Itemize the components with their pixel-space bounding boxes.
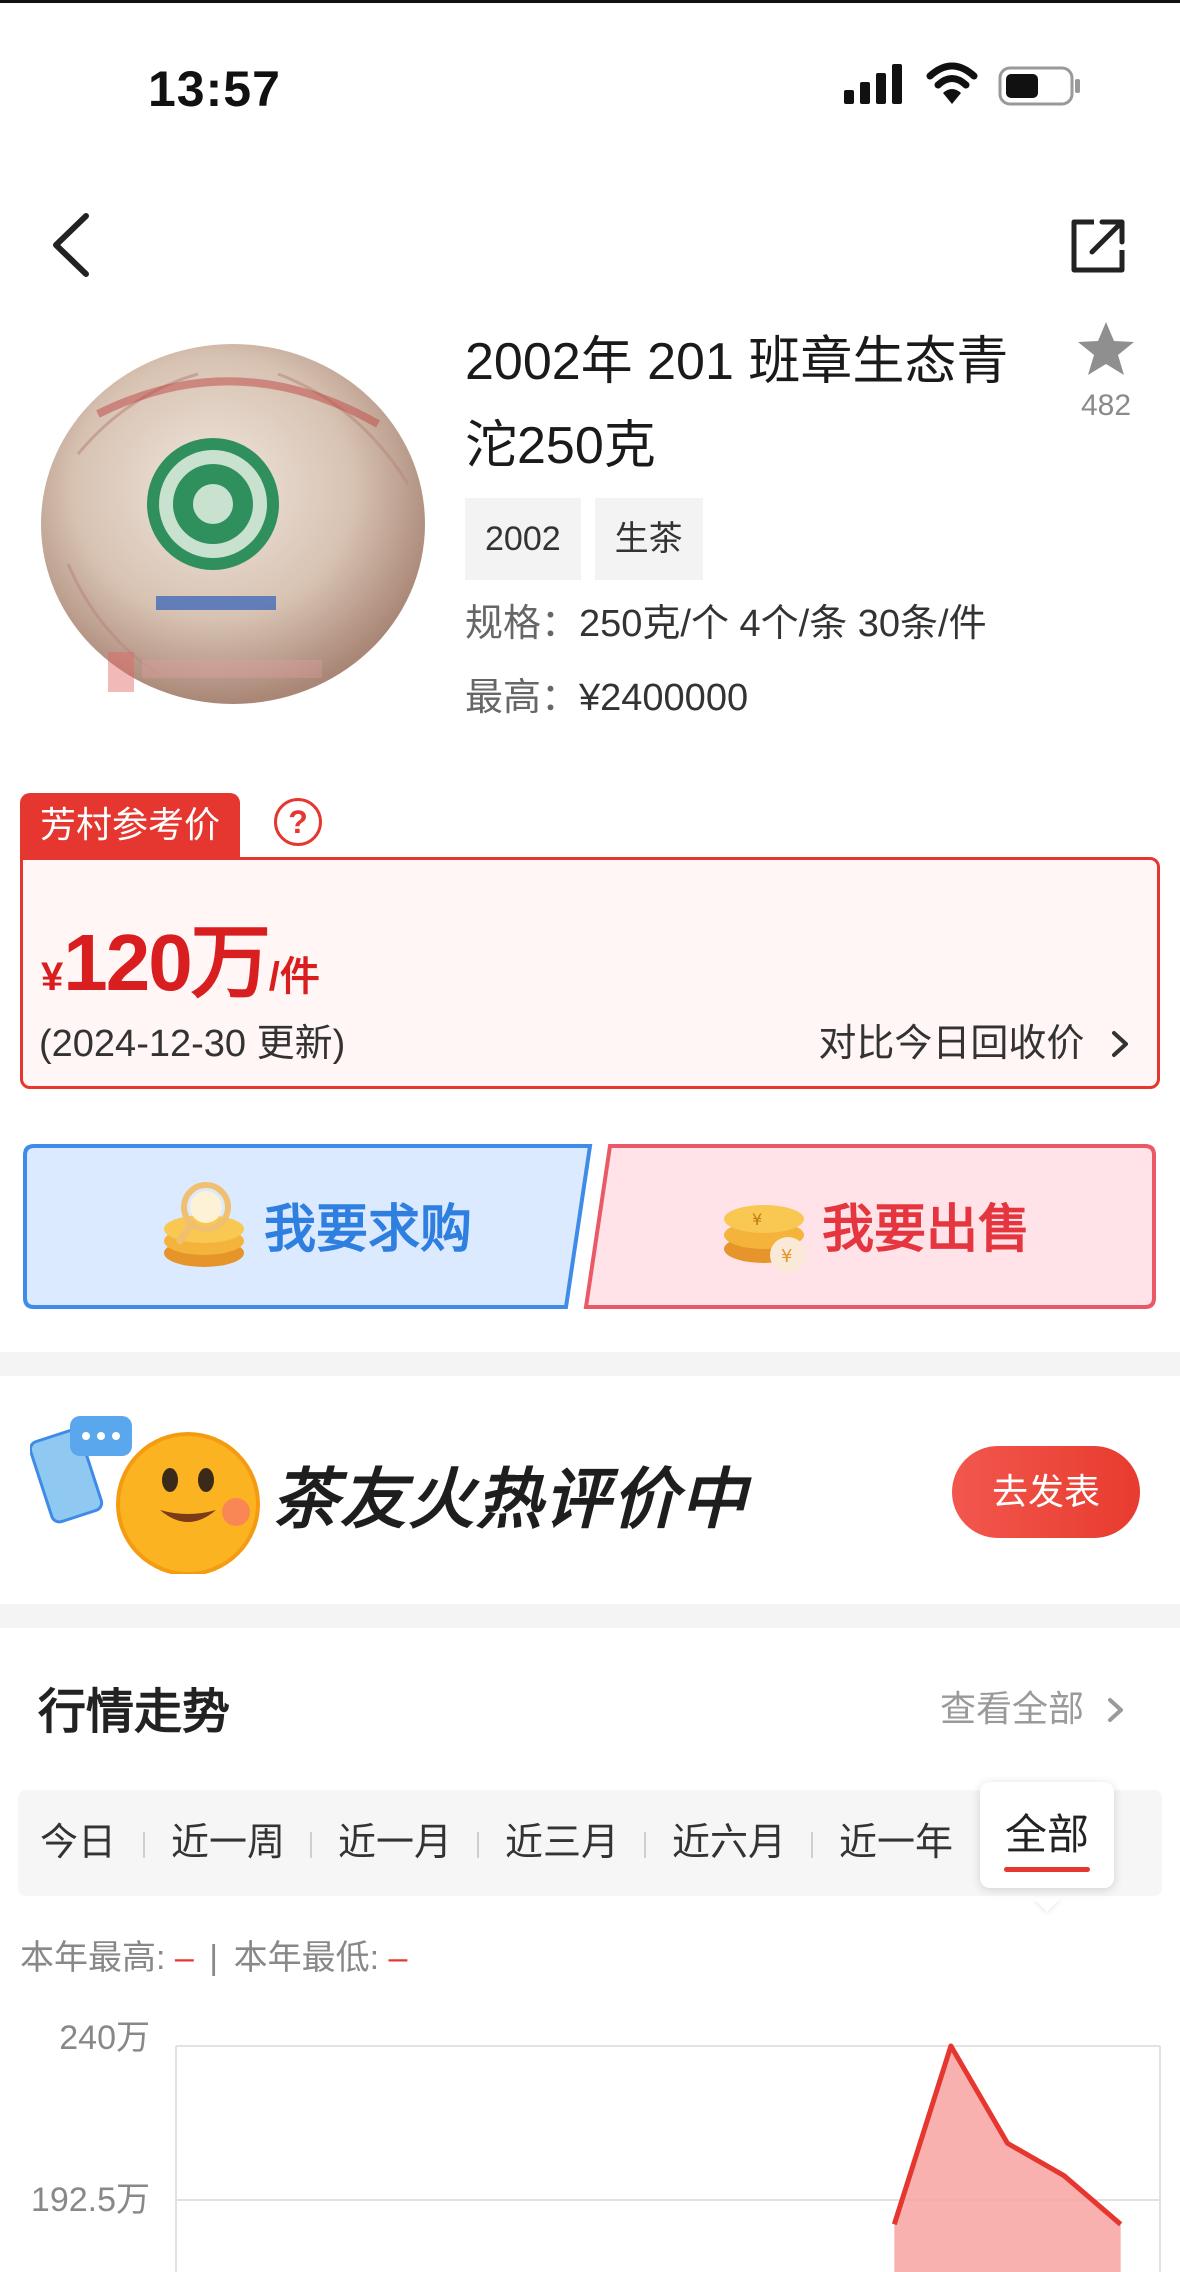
price-value: 120万 [63,918,270,1007]
chevron-right-icon [1112,1031,1128,1057]
product-title: 2002年 201 班章生态青沱250克 [465,333,1009,475]
view-all-label: 查看全部 [939,1688,1084,1729]
period-all[interactable]: 全部 [980,1782,1114,1888]
price-currency: ¥ [41,955,64,999]
view-all-link[interactable]: 查看全部 [940,1680,1128,1732]
tag-type: 生茶 [594,498,703,580]
period-month[interactable]: 近一月 [338,1790,452,1896]
favorite-button[interactable]: 482 [1070,320,1142,423]
wifi-icon [926,62,978,104]
product-image [41,344,425,704]
period-divider [644,1832,646,1858]
buy-request-button[interactable]: 我要求购 [22,1143,594,1310]
smiley-chat-icon [30,1416,260,1574]
compare-label: 对比今日回收价 [818,1023,1085,1065]
year-high-label: 本年最高: [20,1939,166,1977]
comments-banner-title: 茶友火热评价中 [272,1462,748,1536]
reference-price-card: ¥120万/件 (2024-12-30 更新) 对比今日回收价 [20,857,1160,1089]
price-trend-chart: 240万 192.5万 [0,2010,1180,2272]
period-selector: 今日 近一周 近一月 近三月 近六月 近一年 全部 [18,1782,1162,1896]
coins-bag-icon: ¥ ¥ [724,1205,806,1273]
period-divider [477,1832,479,1858]
post-comment-button[interactable]: 去发表 [952,1446,1140,1538]
highest-value: ¥2400000 [579,677,749,719]
price-updated: (2024-12-30 更新) [39,1023,346,1065]
chart-plot [175,2043,1161,2272]
product-tags: 2002 生茶 [465,498,703,580]
status-bar: 13:57 [0,50,1180,130]
period-today[interactable]: 今日 [40,1790,116,1896]
section-divider [0,1352,1180,1376]
cellular-signal-icon [844,64,902,104]
trend-title: 行情走势 [38,1686,231,1739]
highest-label: 最高： [465,677,580,719]
svg-text:¥: ¥ [752,1210,762,1229]
series-area [894,2046,1121,2272]
favorite-count: 482 [1080,389,1132,422]
share-icon[interactable] [1066,214,1130,278]
year-low-value: – [388,1939,408,1977]
active-underline [1004,1867,1090,1872]
spec-value: 250克/个 4个/条 30条/件 [579,603,987,645]
year-stats: 本年最高: – | 本年最低: – [20,1930,407,1979]
year-stat-separator: | [209,1939,219,1977]
coins-magnifier-icon [164,1182,244,1267]
period-divider [310,1832,312,1858]
status-time: 13:57 [148,61,281,117]
battery-icon [998,66,1080,106]
reference-price: ¥120万/件 [41,898,320,1014]
sell-label: 我要出售 [822,1201,1031,1259]
top-edge [0,0,1180,3]
reference-price-tag: 芳村参考价 [20,793,241,857]
year-high-value: – [174,1939,194,1977]
compare-recycle-price-link[interactable]: 对比今日回收价 [818,1012,1133,1067]
price-unit: /件 [268,955,320,999]
spec-label: 规格： [465,603,580,645]
period-six-months[interactable]: 近六月 [672,1790,786,1896]
star-icon [1078,322,1134,375]
year-low-label: 本年最低: [233,1939,380,1977]
period-year[interactable]: 近一年 [839,1790,953,1896]
period-divider [143,1832,145,1858]
product-highest: 最高：¥2400000 [465,666,748,721]
period-all-label: 全部 [1004,1811,1089,1858]
chevron-right-icon [1108,1698,1123,1722]
help-icon[interactable]: ? [274,798,322,846]
period-week[interactable]: 近一周 [171,1790,285,1896]
back-icon[interactable] [44,210,104,280]
period-divider [811,1832,813,1858]
tag-year: 2002 [465,498,581,580]
section-divider [0,1604,1180,1628]
active-period-caret [1033,1898,1061,1912]
period-three-months[interactable]: 近三月 [505,1790,619,1896]
product-spec: 规格：250克/个 4个/条 30条/件 [465,592,987,647]
sell-button[interactable]: ¥ ¥ 我要出售 [582,1143,1157,1310]
svg-text:¥: ¥ [781,1246,792,1267]
buy-label: 我要求购 [264,1201,473,1259]
